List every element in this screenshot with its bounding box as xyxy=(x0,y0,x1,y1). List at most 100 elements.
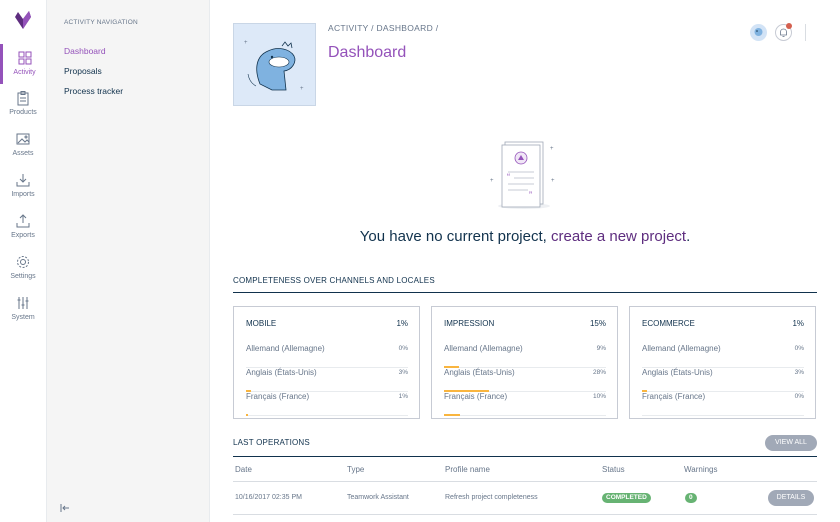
table-header-divider xyxy=(233,481,817,482)
table-row-divider xyxy=(233,514,817,515)
svg-text:”: ” xyxy=(529,190,532,200)
status-badge: COMPLETED xyxy=(602,493,651,503)
locale-row: Français (France) 10% xyxy=(444,392,606,416)
channel-percentage: 15% xyxy=(589,319,606,328)
svg-text:+: + xyxy=(244,40,248,46)
locale-percentage: 9% xyxy=(596,345,606,352)
menu-label: Imports xyxy=(11,191,35,198)
logo-icon[interactable] xyxy=(12,9,34,31)
channel-card-mobile: Mobile 1% Allemand (Allemagne) 0% Anglai… xyxy=(233,306,420,419)
column-header-date[interactable]: Date xyxy=(235,465,252,474)
details-button[interactable]: DETAILS xyxy=(768,490,814,506)
menu-label: Exports xyxy=(11,232,35,239)
create-project-link[interactable]: create a new project xyxy=(551,228,686,245)
locale-percentage: 3% xyxy=(398,369,408,376)
channel-percentage: 1% xyxy=(396,319,408,328)
avatar[interactable] xyxy=(750,24,767,41)
locale-row: Allemand (Allemagne) 0% xyxy=(642,344,804,368)
locale-row: Français (France) 0% xyxy=(642,392,804,416)
column-header-status[interactable]: Status xyxy=(602,465,625,474)
locale-progress-bar xyxy=(444,414,461,416)
user-avatar-icon xyxy=(754,28,763,36)
menu-item-products[interactable]: Products xyxy=(0,84,46,124)
menu-label: Settings xyxy=(10,273,36,280)
channel-card-ecommerce: Ecommerce 1% Allemand (Allemagne) 0% Ang… xyxy=(629,306,816,419)
menu-item-assets[interactable]: Assets xyxy=(0,125,46,165)
channel-card-impression: Impression 15% Allemand (Allemagne) 9% A… xyxy=(431,306,618,419)
dinosaur-icon: + + xyxy=(244,40,304,92)
menu-item-activity[interactable]: Activity xyxy=(0,44,46,84)
image-icon xyxy=(16,133,30,145)
locale-row: Allemand (Allemagne) 9% xyxy=(444,344,606,368)
empty-state-suffix: . xyxy=(686,228,691,245)
empty-project-icon: “ ” + + + xyxy=(490,141,555,209)
locale-percentage: 1% xyxy=(398,393,408,400)
locale-percentage: 3% xyxy=(794,369,804,376)
channel-name: Mobile xyxy=(246,319,277,328)
dashboard-illustration: + + xyxy=(233,23,316,106)
notifications-button[interactable] xyxy=(775,23,792,41)
operation-date: 10/16/2017 02:35 PM xyxy=(235,494,302,501)
locale-progress-bar xyxy=(246,414,248,416)
locale-row: Anglais (États-Unis) 28% xyxy=(444,368,606,392)
page-title: Dashboard xyxy=(328,44,407,61)
locale-name: Anglais (États-Unis) xyxy=(246,368,317,377)
gear-icon xyxy=(17,256,29,268)
menu-label: Assets xyxy=(12,150,34,157)
svg-text:+: + xyxy=(551,178,555,184)
svg-text:+: + xyxy=(550,146,554,152)
section-divider xyxy=(233,292,817,293)
locale-name: Allemand (Allemagne) xyxy=(642,344,721,353)
svg-text:+: + xyxy=(490,178,494,184)
clipboard-icon xyxy=(17,91,29,106)
breadcrumb[interactable]: ACTIVITY / DASHBOARD / xyxy=(328,23,438,33)
subnav-item-process-tracker[interactable]: Process tracker xyxy=(64,86,123,96)
locale-name: Français (France) xyxy=(246,392,310,401)
locale-name: Allemand (Allemagne) xyxy=(246,344,325,353)
menu-item-exports[interactable]: Exports xyxy=(0,207,46,247)
notification-dot xyxy=(786,23,792,29)
menu-label: Products xyxy=(9,109,37,116)
locale-row: Allemand (Allemagne) 0% xyxy=(246,344,408,368)
column-header-type[interactable]: Type xyxy=(347,465,364,474)
subnav-item-proposals[interactable]: Proposals xyxy=(64,66,102,76)
locale-row: Anglais (États-Unis) 3% xyxy=(246,368,408,392)
locale-name: Français (France) xyxy=(444,392,508,401)
locale-row: Français (France) 1% xyxy=(246,392,408,416)
column-header-profile-name[interactable]: Profile name xyxy=(445,465,490,474)
menu-item-system[interactable]: System xyxy=(0,289,46,329)
activity-navigation: Activity navigation Dashboard Proposals … xyxy=(47,0,210,522)
channel-name: Ecommerce xyxy=(642,319,695,328)
menu-label: Activity xyxy=(13,69,36,76)
menu-item-imports[interactable]: Imports xyxy=(0,166,46,206)
menu-label: System xyxy=(11,314,35,321)
main-menu: Activity Products Assets Imports Exports… xyxy=(0,0,47,522)
empty-state-message: You have no current project, create a ne… xyxy=(210,228,840,245)
subnav-item-dashboard[interactable]: Dashboard xyxy=(64,46,106,56)
collapse-panel-icon[interactable] xyxy=(59,502,71,514)
locale-name: Anglais (États-Unis) xyxy=(642,368,713,377)
empty-state-text: You have no current project, xyxy=(359,228,551,245)
column-header-warnings[interactable]: Warnings xyxy=(684,465,718,474)
import-icon xyxy=(16,174,30,187)
locale-percentage: 0% xyxy=(794,393,804,400)
locale-percentage: 0% xyxy=(794,345,804,352)
main-content: + + ACTIVITY / DASHBOARD / Dashboard “ ” … xyxy=(210,0,840,522)
completeness-title: Completeness over channels and locales xyxy=(233,276,435,285)
header-divider xyxy=(805,24,806,41)
locale-percentage: 0% xyxy=(398,345,408,352)
locale-name: Allemand (Allemagne) xyxy=(444,344,523,353)
sliders-icon xyxy=(17,297,29,309)
view-all-button[interactable]: VIEW ALL xyxy=(765,435,817,451)
export-icon xyxy=(16,214,30,228)
locale-percentage: 10% xyxy=(592,393,606,400)
channel-percentage: 1% xyxy=(792,319,804,328)
svg-text:+: + xyxy=(300,86,304,92)
locale-percentage: 28% xyxy=(592,369,606,376)
warnings-badge: 0 xyxy=(685,493,697,503)
locale-name: Français (France) xyxy=(642,392,706,401)
operation-type: Teamwork Assistant xyxy=(347,494,409,501)
operation-profile: Refresh project completeness xyxy=(445,494,538,501)
svg-text:“: “ xyxy=(507,172,510,182)
menu-item-settings[interactable]: Settings xyxy=(0,248,46,288)
